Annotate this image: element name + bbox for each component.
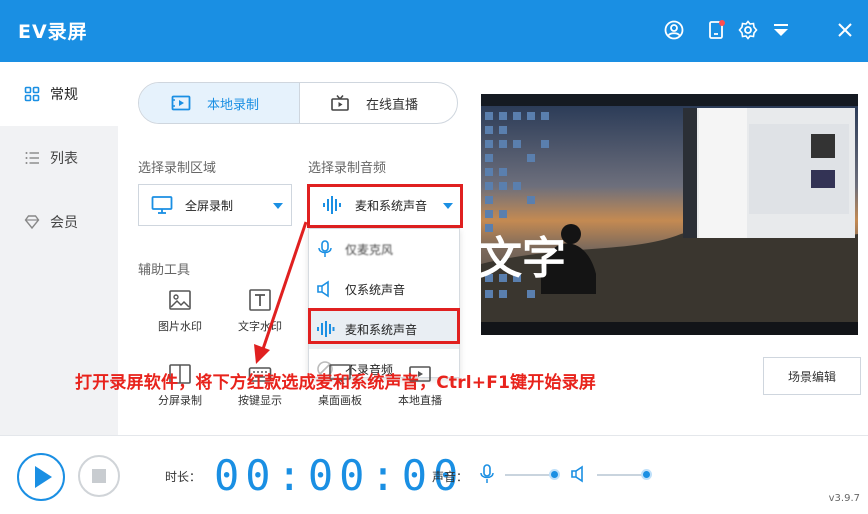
speaker-icon: [315, 280, 335, 298]
highlight-box-audio-select: [307, 184, 463, 228]
tab-live-stream[interactable]: 在线直播: [299, 83, 457, 123]
annotation-text: 打开录屏软件，将下方红款选成麦和系统声音，Ctrl+F1键开始录屏: [75, 373, 597, 393]
settings-icon[interactable]: [737, 19, 759, 41]
chevron-down-icon: [273, 203, 283, 209]
tab-label: 在线直播: [366, 97, 419, 113]
system-volume-knob[interactable]: [641, 469, 652, 480]
tool-label: 图片水印: [158, 320, 202, 333]
stop-record-button[interactable]: [78, 455, 120, 497]
record-area-label: 选择录制区域: [138, 161, 217, 176]
menu-item-system-only[interactable]: 仅系统声音: [309, 269, 459, 309]
app-title: EV录屏: [18, 21, 88, 43]
close-icon[interactable]: [834, 19, 856, 41]
tool-text-watermark[interactable]: 文字水印: [228, 288, 292, 334]
speaker-icon[interactable]: [570, 464, 588, 484]
tool-label: 文字水印: [238, 320, 282, 333]
app-version: v3.9.7: [828, 493, 860, 504]
volume-label: 声音：: [432, 470, 469, 484]
audio-options-menu: 仅麦克风 仅系统声音 麦和系统声音 不录音频: [308, 228, 460, 378]
mic-volume-knob[interactable]: [549, 469, 560, 480]
tool-image-watermark[interactable]: 图片水印: [148, 288, 212, 334]
sidebar-item-list[interactable]: 列表: [0, 126, 118, 190]
sidebar-item-label: 会员: [50, 215, 78, 231]
diamond-icon: [24, 214, 40, 230]
live-tv-icon: [330, 94, 350, 112]
mic-icon[interactable]: [478, 464, 496, 484]
bottom-bar: 时长： 00:00:00 声音： v3.9.7: [0, 435, 868, 514]
notification-icon[interactable]: [705, 19, 727, 41]
tab-label: 本地录制: [207, 97, 260, 113]
text-watermark-icon: [248, 288, 272, 312]
menu-item-mic-only[interactable]: 仅麦克风: [309, 229, 459, 269]
tab-local-record[interactable]: 本地录制: [139, 83, 299, 123]
menu-dropdown-icon[interactable]: [770, 19, 792, 41]
duration-label: 时长：: [165, 470, 202, 484]
image-watermark-icon: [168, 288, 192, 312]
highlight-box-selected-option: [308, 308, 460, 344]
title-bar: EV录屏: [0, 0, 868, 62]
tools-label: 辅助工具: [138, 263, 191, 278]
mode-tabs: 本地录制 在线直播: [138, 82, 458, 124]
list-icon: [24, 150, 40, 166]
sidebar-item-label: 列表: [50, 151, 78, 167]
user-icon[interactable]: [663, 19, 685, 41]
menu-item-label: 仅麦克风: [345, 242, 394, 257]
record-area-value: 全屏录制: [185, 198, 234, 213]
stop-icon: [92, 469, 106, 483]
sidebar-item-label: 常规: [50, 87, 78, 103]
preview-image: [481, 94, 858, 345]
sidebar-item-vip[interactable]: 会员: [0, 190, 118, 254]
preview-overlay-text: 文字: [478, 233, 566, 284]
grid-icon: [24, 86, 40, 102]
record-audio-label: 选择录制音频: [308, 161, 387, 176]
sidebar-item-general[interactable]: 常规: [0, 62, 118, 126]
record-area-select[interactable]: 全屏录制: [138, 184, 292, 226]
screen-preview: [481, 94, 858, 345]
local-record-icon: [171, 94, 191, 112]
monitor-icon: [151, 195, 173, 215]
record-timer: 00:00:00: [214, 451, 465, 500]
mic-icon: [315, 240, 335, 258]
menu-item-label: 仅系统声音: [345, 282, 406, 297]
play-icon: [35, 466, 52, 488]
start-record-button[interactable]: [17, 453, 65, 501]
